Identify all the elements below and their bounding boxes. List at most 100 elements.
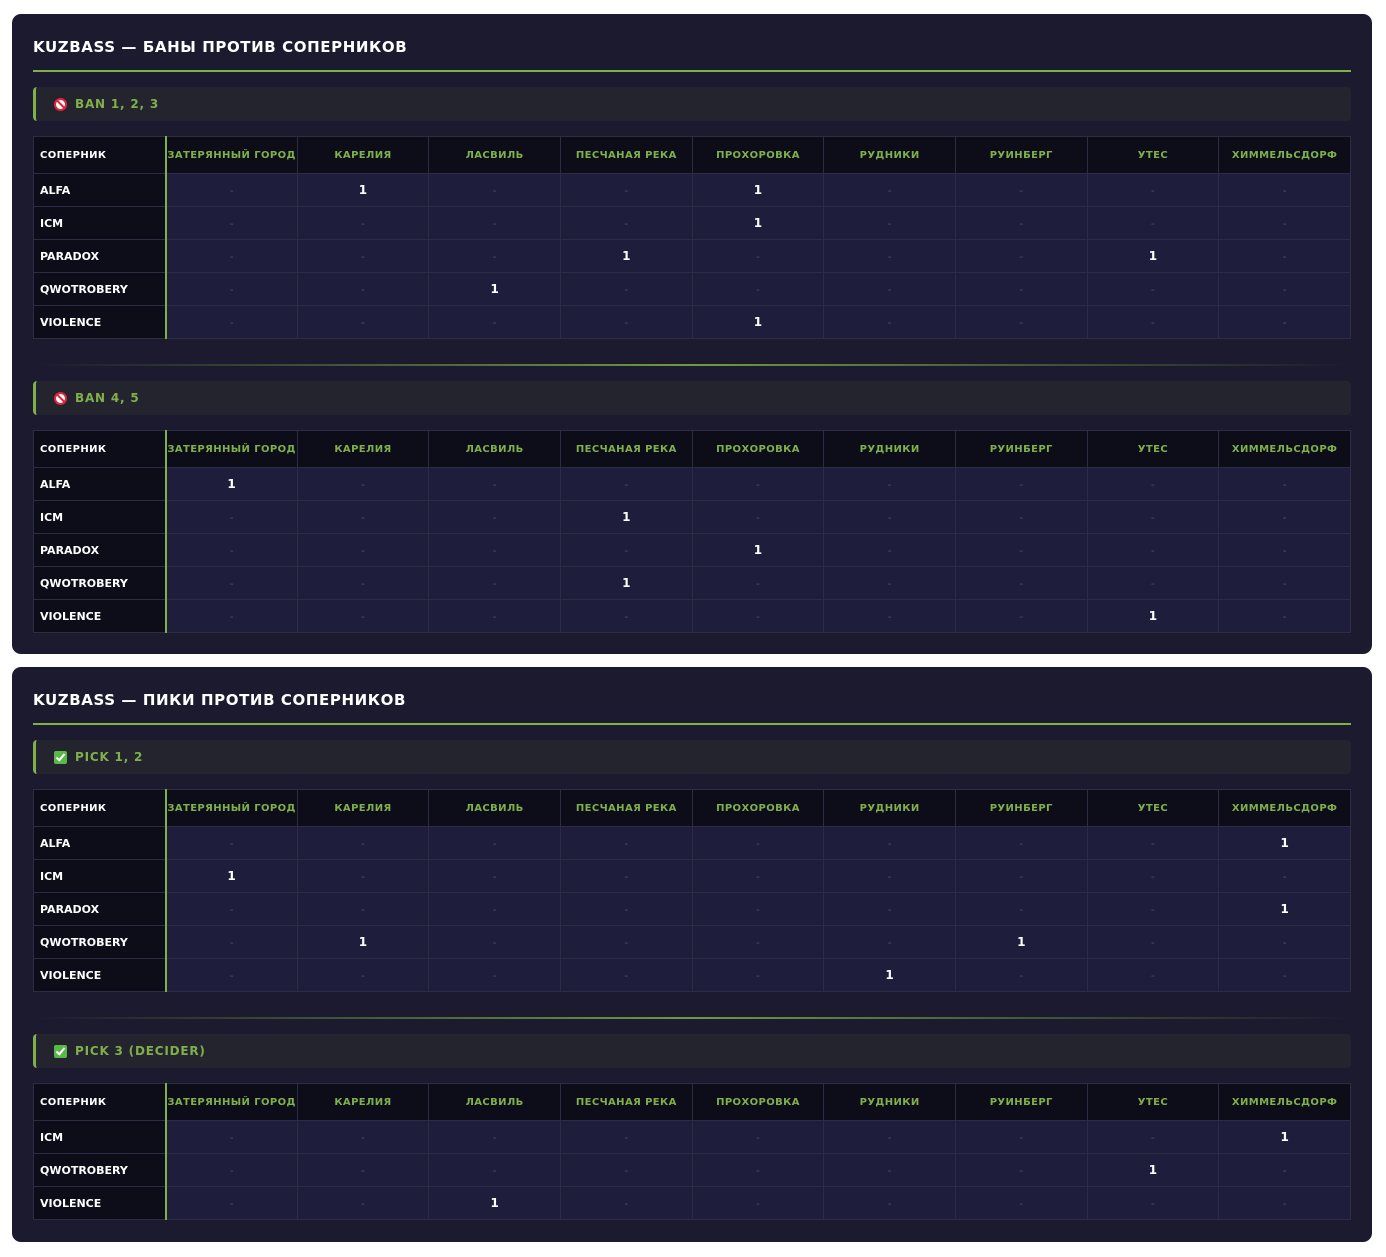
table-header-row: СОПЕРНИК ЗАТЕРЯННЫЙ ГОРОД КАРЕЛИЯ ЛАСВИЛЬ ПЕ… (33, 1083, 1351, 1121)
column-header-map: РУИНБЕРГ (954, 1083, 1088, 1121)
empty-cell: - (1086, 533, 1220, 567)
column-header-map: РУДНИКИ (823, 430, 956, 468)
empty-cell: - (954, 173, 1088, 207)
empty-cell: - (296, 206, 430, 240)
column-header-opponent: СОПЕРНИК (33, 789, 167, 827)
opponent-name: QWOTROBERY (33, 925, 167, 959)
empty-cell: - (954, 533, 1088, 567)
count-cell: 1 (165, 467, 298, 501)
column-header-map: УТЕС (1086, 789, 1220, 827)
ban-4-5-table: СОПЕРНИК ЗАТЕРЯННЫЙ ГОРОД КАРЕЛИЯ ЛАСВИЛЬ ПЕ… (33, 430, 1351, 633)
column-header-map: ХИММЕЛЬСДОРФ (1218, 430, 1351, 468)
opponent-name: PARADOX (33, 892, 167, 926)
count-cell: 1 (428, 1186, 561, 1220)
section-label: BAN 1, 2, 3 (75, 97, 159, 111)
empty-cell: - (428, 1120, 561, 1154)
empty-cell: - (559, 1153, 693, 1187)
opponent-name: VIOLENCE (33, 599, 167, 633)
column-header-map: КАРЕЛИЯ (296, 1083, 430, 1121)
count-cell: 1 (296, 173, 430, 207)
empty-cell: - (559, 892, 693, 926)
empty-cell: - (165, 566, 298, 600)
column-header-map: ПЕСЧАНАЯ РЕКА (559, 1083, 693, 1121)
empty-cell: - (823, 826, 956, 860)
column-header-map: ПРОХОРОВКА (691, 136, 825, 174)
empty-cell: - (823, 173, 956, 207)
empty-cell: - (559, 1120, 693, 1154)
column-header-map: УТЕС (1086, 1083, 1220, 1121)
column-header-map: ХИММЕЛЬСДОРФ (1218, 136, 1351, 174)
empty-cell: - (691, 599, 825, 633)
empty-cell: - (954, 500, 1088, 534)
count-cell: 1 (954, 925, 1088, 959)
empty-cell: - (559, 826, 693, 860)
section-divider (33, 364, 1351, 366)
empty-cell: - (1218, 533, 1351, 567)
table-row: ALFA 1- - - - - - - - (33, 467, 1351, 501)
column-header-map: КАРЕЛИЯ (296, 430, 430, 468)
empty-cell: - (559, 173, 693, 207)
empty-cell: - (296, 892, 430, 926)
table-row: VIOLENCE - -1- - - - - - (33, 1186, 1351, 1220)
empty-cell: - (296, 599, 430, 633)
table-row: QWOTROBERY - -1- - - - - - (33, 272, 1351, 306)
column-header-map: РУИНБЕРГ (954, 789, 1088, 827)
table-header-row: СОПЕРНИК ЗАТЕРЯННЫЙ ГОРОД КАРЕЛИЯ ЛАСВИЛЬ ПЕ… (33, 136, 1351, 174)
empty-cell: - (165, 533, 298, 567)
opponent-name: PARADOX (33, 239, 167, 273)
table-row: QWOTROBERY - - - - - - -1- (33, 1153, 1351, 1187)
empty-cell: - (954, 892, 1088, 926)
section-header-ban-4-5: BAN 4, 5 (33, 381, 1351, 415)
column-header-map: ПЕСЧАНАЯ РЕКА (559, 430, 693, 468)
empty-cell: - (1218, 1186, 1351, 1220)
picks-card-title: KUZBASS — ПИКИ ПРОТИВ СОПЕРНИКОВ (33, 667, 1351, 725)
empty-cell: - (559, 958, 693, 992)
empty-cell: - (296, 1120, 430, 1154)
count-cell: 1 (559, 566, 693, 600)
section-label: PICK 3 (DECIDER) (75, 1044, 206, 1058)
table-row: VIOLENCE - - - - -1- - - (33, 958, 1351, 992)
empty-cell: - (296, 239, 430, 273)
column-header-map: ПЕСЧАНАЯ РЕКА (559, 136, 693, 174)
empty-cell: - (165, 1153, 298, 1187)
pick-3-decider-table: СОПЕРНИК ЗАТЕРЯННЫЙ ГОРОД КАРЕЛИЯ ЛАСВИЛЬ ПЕ… (33, 1083, 1351, 1220)
empty-cell: - (954, 566, 1088, 600)
empty-cell: - (296, 500, 430, 534)
empty-cell: - (296, 859, 430, 893)
page: KUZBASS — БАНЫ ПРОТИВ СОПЕРНИКОВ BAN 1, … (0, 0, 1386, 1257)
count-cell: 1 (691, 206, 825, 240)
empty-cell: - (165, 239, 298, 273)
bans-card-title: KUZBASS — БАНЫ ПРОТИВ СОПЕРНИКОВ (33, 14, 1351, 72)
empty-cell: - (691, 272, 825, 306)
column-header-opponent: СОПЕРНИК (33, 430, 167, 468)
empty-cell: - (954, 1186, 1088, 1220)
empty-cell: - (296, 533, 430, 567)
empty-cell: - (165, 500, 298, 534)
column-header-map: ЛАСВИЛЬ (428, 789, 561, 827)
empty-cell: - (954, 1120, 1088, 1154)
empty-cell: - (559, 859, 693, 893)
column-header-map: ЛАСВИЛЬ (428, 430, 561, 468)
opponent-name: ICM (33, 1120, 167, 1154)
count-cell: 1 (296, 925, 430, 959)
table-row: ALFA -1- -1- - - - (33, 173, 1351, 207)
empty-cell: - (691, 892, 825, 926)
empty-cell: - (296, 272, 430, 306)
count-cell: 1 (1218, 826, 1351, 860)
table-row: PARADOX - - -1- - -1- (33, 239, 1351, 273)
table-header-row: СОПЕРНИК ЗАТЕРЯННЫЙ ГОРОД КАРЕЛИЯ ЛАСВИЛЬ ПЕ… (33, 789, 1351, 827)
column-header-map: РУДНИКИ (823, 789, 956, 827)
empty-cell: - (1086, 892, 1220, 926)
opponent-name: QWOTROBERY (33, 272, 167, 306)
column-header-map: ПРОХОРОВКА (691, 789, 825, 827)
empty-cell: - (428, 533, 561, 567)
empty-cell: - (296, 1186, 430, 1220)
pick-1-2-table: СОПЕРНИК ЗАТЕРЯННЫЙ ГОРОД КАРЕЛИЯ ЛАСВИЛЬ ПЕ… (33, 789, 1351, 992)
empty-cell: - (296, 566, 430, 600)
bans-card: KUZBASS — БАНЫ ПРОТИВ СОПЕРНИКОВ BAN 1, … (12, 14, 1372, 654)
empty-cell: - (428, 305, 561, 339)
opponent-name: PARADOX (33, 533, 167, 567)
empty-cell: - (428, 566, 561, 600)
opponent-name: ICM (33, 859, 167, 893)
empty-cell: - (954, 467, 1088, 501)
